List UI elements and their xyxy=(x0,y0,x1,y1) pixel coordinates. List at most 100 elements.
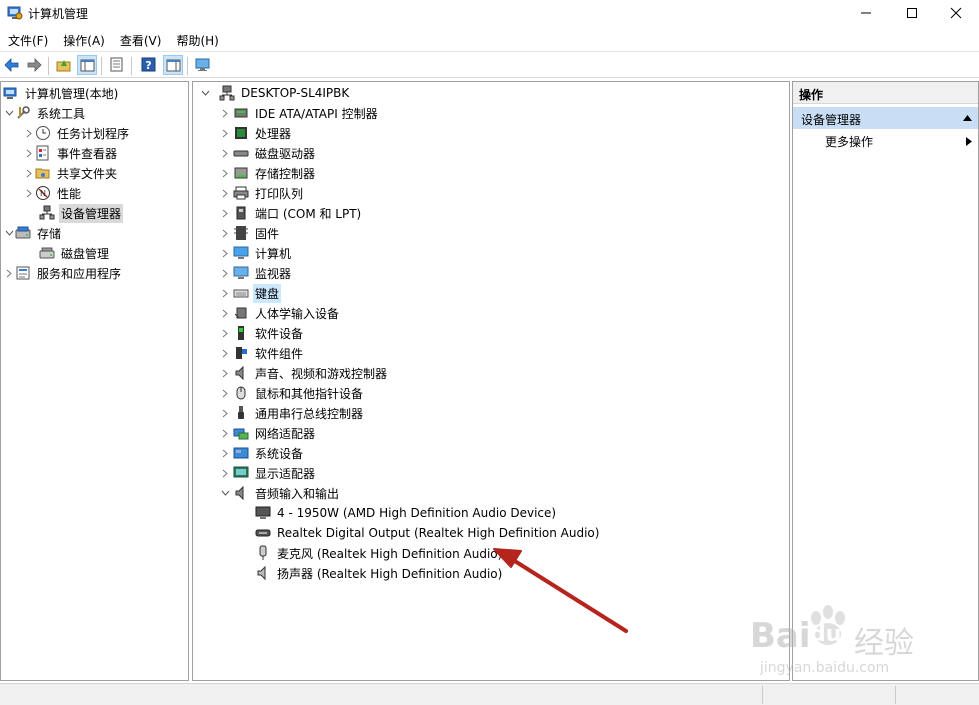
chevron-right-icon[interactable] xyxy=(219,363,231,383)
device-category-12[interactable]: 软件设备 xyxy=(219,323,305,343)
actions-section-device-manager[interactable]: 设备管理器 xyxy=(793,107,978,129)
up-folder-button[interactable] xyxy=(54,55,74,75)
properties-icon xyxy=(110,57,123,72)
chevron-right-icon[interactable] xyxy=(219,323,231,343)
device-category-15[interactable]: 鼠标和其他指针设备 xyxy=(219,383,365,403)
device-category-9[interactable]: 监视器 xyxy=(219,263,293,283)
collapse-up-icon[interactable] xyxy=(963,115,972,121)
chevron-right-icon[interactable] xyxy=(219,383,231,403)
show-action-pane-button[interactable] xyxy=(163,55,183,75)
audio-device-1[interactable]: 4 - 1950W (AMD High Definition Audio Dev… xyxy=(255,503,558,523)
device-category-17[interactable]: 网络适配器 xyxy=(219,423,317,443)
tree-item-root[interactable]: 计算机管理(本地) xyxy=(3,83,120,103)
tree-item-device-manager[interactable]: 设备管理器 xyxy=(39,203,124,223)
chevron-right-icon[interactable] xyxy=(219,423,231,443)
chevron-right-icon[interactable] xyxy=(219,203,231,223)
minimize-button[interactable] xyxy=(843,0,889,26)
chevron-right-icon[interactable] xyxy=(219,463,231,483)
chevron-right-icon[interactable] xyxy=(219,143,231,163)
firmware-icon xyxy=(233,225,249,241)
device-category-11[interactable]: 人体学输入设备 xyxy=(219,303,341,323)
device-category-19[interactable]: 显示适配器 xyxy=(219,463,317,483)
device-category-16[interactable]: 通用串行总线控制器 xyxy=(219,403,365,423)
audio-device-4[interactable]: 扬声器 (Realtek High Definition Audio) xyxy=(255,563,504,583)
chevron-right-icon[interactable] xyxy=(219,303,231,323)
mouse-icon xyxy=(233,385,249,401)
show-hide-tree-button[interactable] xyxy=(77,55,97,75)
svg-text:N: N xyxy=(40,189,46,198)
clock-icon xyxy=(35,125,51,141)
status-bar xyxy=(0,683,979,705)
chevron-right-icon[interactable] xyxy=(3,263,15,283)
speaker-icon xyxy=(255,565,271,581)
tree-item-services-apps[interactable]: 服务和应用程序 xyxy=(3,263,123,283)
hdmi-monitor-icon xyxy=(255,505,271,521)
forward-button[interactable] xyxy=(24,55,44,75)
menu-bar: 文件(F) 操作(A) 查看(V) 帮助(H) xyxy=(0,29,979,51)
audio-device-2[interactable]: Realtek Digital Output (Realtek High Def… xyxy=(255,523,601,543)
device-category-18[interactable]: 系统设备 xyxy=(219,443,305,463)
chevron-down-icon[interactable] xyxy=(199,83,211,103)
close-button[interactable] xyxy=(933,0,979,26)
ide-controller-icon xyxy=(233,105,249,121)
chevron-down-icon[interactable] xyxy=(3,223,15,243)
chevron-right-icon[interactable] xyxy=(219,123,231,143)
event-viewer-icon xyxy=(35,145,51,161)
device-category-2[interactable]: 处理器 xyxy=(219,123,293,143)
tree-item-system-tools[interactable]: 系统工具 xyxy=(3,103,87,123)
tree-item-disk-management[interactable]: 磁盘管理 xyxy=(39,243,111,263)
chevron-right-icon[interactable] xyxy=(23,183,35,203)
toolbar: ? xyxy=(0,51,979,78)
chevron-right-icon[interactable] xyxy=(219,263,231,283)
properties-button[interactable] xyxy=(107,55,127,75)
chevron-right-icon[interactable] xyxy=(219,443,231,463)
device-category-8[interactable]: 计算机 xyxy=(219,243,293,263)
tree-item-event-viewer[interactable]: 事件查看器 xyxy=(23,143,119,163)
device-category-4[interactable]: 存储控制器 xyxy=(219,163,317,183)
help-button[interactable]: ? xyxy=(139,55,159,75)
disk-management-icon xyxy=(39,245,55,261)
disk-drive-icon xyxy=(233,145,249,161)
software-device-icon xyxy=(233,325,249,341)
chevron-right-icon[interactable] xyxy=(23,143,35,163)
tree-item-shared-folders[interactable]: 共享文件夹 xyxy=(23,163,119,183)
device-category-6[interactable]: 端口 (COM 和 LPT) xyxy=(219,203,363,223)
tree-item-storage[interactable]: 存储 xyxy=(3,223,63,243)
device-category-20[interactable]: 音频输入和输出 xyxy=(219,483,341,503)
maximize-button[interactable] xyxy=(889,0,935,26)
chevron-right-icon[interactable] xyxy=(219,403,231,423)
device-category-14[interactable]: 声音、视频和游戏控制器 xyxy=(219,363,389,383)
usb-icon xyxy=(233,405,249,421)
menu-action[interactable]: 操作(A) xyxy=(55,29,112,51)
device-category-7[interactable]: 固件 xyxy=(219,223,281,243)
chevron-right-icon[interactable] xyxy=(219,243,231,263)
chevron-right-icon[interactable] xyxy=(219,223,231,243)
chevron-down-icon[interactable] xyxy=(3,103,15,123)
tree-item-performance[interactable]: N 性能 xyxy=(23,183,83,203)
audio-device-3[interactable]: 麦克风 (Realtek High Definition Audio) xyxy=(255,543,504,563)
device-category-1[interactable]: IDE ATA/ATAPI 控制器 xyxy=(219,103,380,123)
menu-view[interactable]: 查看(V) xyxy=(112,29,169,51)
tree-item-task-scheduler[interactable]: 任务计划程序 xyxy=(23,123,131,143)
device-category-3[interactable]: 磁盘驱动器 xyxy=(219,143,317,163)
chevron-right-icon[interactable] xyxy=(219,183,231,203)
menu-help[interactable]: 帮助(H) xyxy=(168,29,225,51)
chevron-right-icon[interactable] xyxy=(219,283,231,303)
minimize-icon xyxy=(861,12,871,14)
chevron-right-icon[interactable] xyxy=(219,103,231,123)
close-icon xyxy=(950,7,962,19)
back-button[interactable] xyxy=(2,55,22,75)
chevron-right-icon[interactable] xyxy=(219,163,231,183)
chevron-right-icon[interactable] xyxy=(23,123,35,143)
storage-icon xyxy=(15,225,31,241)
chevron-right-icon[interactable] xyxy=(23,163,35,183)
monitor-button[interactable] xyxy=(193,55,213,75)
chevron-right-icon[interactable] xyxy=(219,343,231,363)
device-category-10[interactable]: 键盘 xyxy=(219,283,282,303)
chevron-down-icon[interactable] xyxy=(219,483,231,503)
menu-file[interactable]: 文件(F) xyxy=(0,29,55,51)
more-actions[interactable]: 更多操作 xyxy=(825,133,873,150)
device-category-13[interactable]: 软件组件 xyxy=(219,343,305,363)
device-category-5[interactable]: 打印队列 xyxy=(219,183,305,203)
device-tree-root[interactable]: DESKTOP-SL4IPBK xyxy=(199,83,351,103)
